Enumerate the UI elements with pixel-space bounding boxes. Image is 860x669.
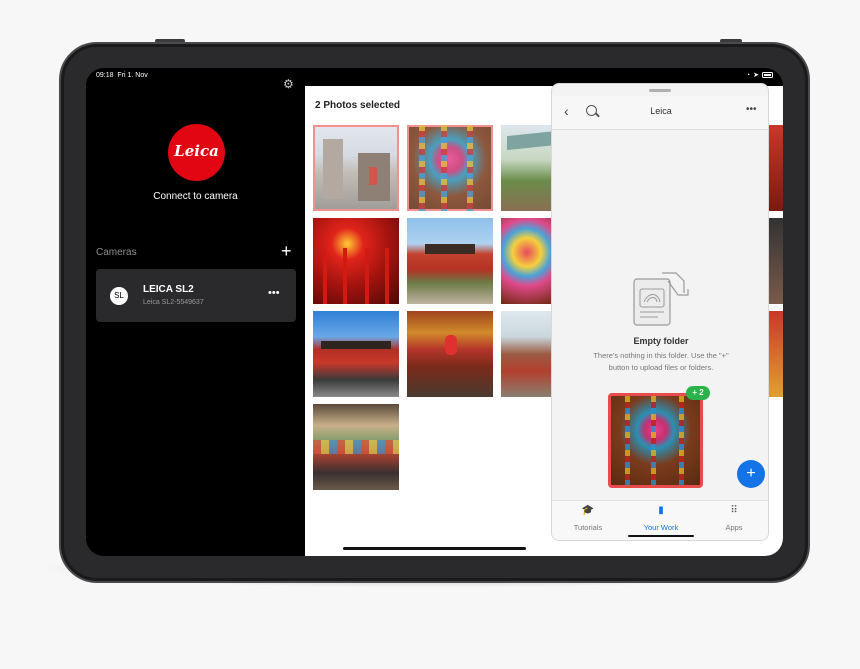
panel-header: ‹ Leica ••• [552, 96, 768, 130]
location-icon: ➤ [753, 72, 759, 79]
selection-count: 2 Photos selected [315, 100, 401, 111]
connect-to-camera-link[interactable]: Connect to camera [86, 191, 305, 202]
photo-thumbnail[interactable] [313, 125, 399, 211]
cloud-files-panel: ‹ Leica ••• Empty folder There's nothing… [551, 83, 769, 541]
status-icons: ◔ ➤ [746, 71, 773, 79]
screen: 09:18 Fri 1. Nov ⚙ Leica Connect to came… [86, 68, 783, 556]
photo-thumbnail-partial [768, 125, 783, 211]
status-clock: 09:18 Fri 1. Nov [96, 72, 148, 79]
dragged-photo-preview[interactable] [608, 393, 703, 488]
photo-thumbnail[interactable] [313, 404, 399, 490]
camera-more-icon[interactable]: ••• [268, 287, 280, 299]
add-camera-icon[interactable]: + [281, 242, 292, 260]
photo-thumbnail[interactable] [407, 125, 493, 211]
leica-logo: Leica [168, 124, 225, 181]
camera-card[interactable]: SL LEICA SL2 Leica SL2-5549637 ••• [96, 269, 296, 322]
tab-label: Tutorials [573, 523, 603, 532]
wifi-icon: ◔ [745, 71, 751, 79]
photo-thumbnail[interactable] [313, 218, 399, 304]
empty-folder-illustration-icon [633, 272, 689, 326]
drag-count-badge: + 2 [686, 386, 710, 400]
photo-thumbnail[interactable] [407, 218, 493, 304]
folder-title: Leica [650, 106, 672, 116]
camera-avatar: SL [110, 287, 128, 305]
apps-grid-icon: ⠿ [730, 505, 738, 516]
empty-folder-title: Empty folder [633, 336, 689, 346]
tab-apps[interactable]: ⠿ Apps [698, 501, 768, 540]
more-options-icon[interactable]: ••• [746, 104, 757, 115]
photo-thumbnail[interactable] [313, 311, 399, 397]
camera-serial: Leica SL2-5549637 [143, 299, 204, 306]
camera-sidebar: 09:18 Fri 1. Nov ⚙ Leica Connect to came… [86, 68, 305, 556]
empty-folder-description: There's nothing in this folder. Use the … [593, 351, 729, 372]
bottom-tab-bar: 🎓 Tutorials ▮ Your Work ⠿ Apps [552, 500, 768, 540]
panel-grabber[interactable] [649, 89, 671, 92]
home-indicator [343, 547, 526, 550]
photo-thumbnail-partial [768, 311, 783, 397]
photo-thumbnail[interactable] [407, 311, 493, 397]
battery-icon [762, 72, 773, 78]
graduation-cap-icon: 🎓 [581, 505, 595, 516]
upload-fab-button[interactable]: + [737, 460, 765, 488]
settings-gear-icon[interactable]: ⚙ [283, 78, 295, 90]
document-icon: ▮ [658, 505, 664, 516]
tab-label: Your Work [643, 523, 679, 532]
camera-name: LEICA SL2 [143, 284, 194, 295]
photo-thumbnail-partial [768, 218, 783, 304]
cameras-heading: Cameras [96, 247, 137, 258]
home-indicator [628, 535, 694, 537]
tab-label: Apps [725, 523, 743, 532]
tab-tutorials[interactable]: 🎓 Tutorials [552, 501, 624, 540]
